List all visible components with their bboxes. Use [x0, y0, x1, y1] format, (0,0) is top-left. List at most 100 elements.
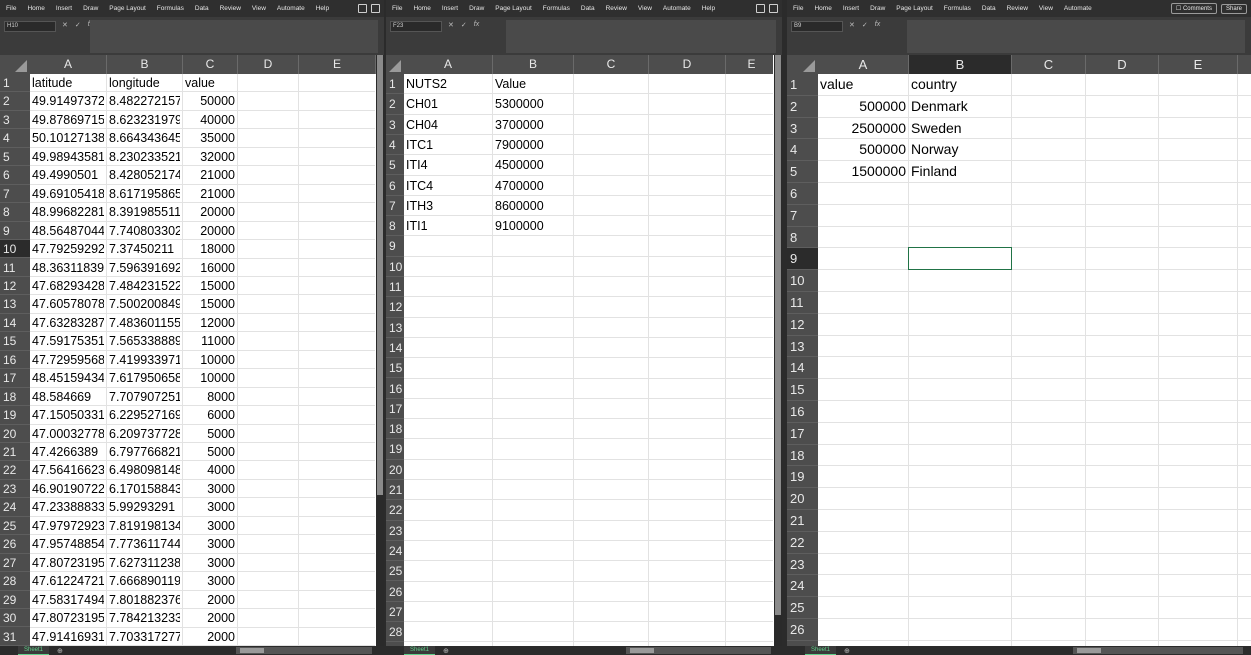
cell-B2[interactable]: 5300000	[495, 94, 571, 114]
cell-A4[interactable]: 50.10127138	[32, 129, 104, 147]
row-header-16[interactable]: 16	[386, 379, 404, 399]
cell-A13[interactable]: 47.60578078	[32, 295, 104, 313]
menu-item-draw[interactable]: Draw	[83, 5, 98, 12]
row-header-15[interactable]: 15	[0, 332, 30, 351]
column-header-D[interactable]: D	[1086, 55, 1159, 74]
cell-B22[interactable]: 6.498098148	[109, 461, 180, 479]
menu-item-insert[interactable]: Insert	[56, 5, 72, 12]
share-icon[interactable]	[371, 4, 380, 13]
cancel-icon[interactable]: ✕	[849, 21, 855, 29]
cell-B4[interactable]: Norway	[911, 139, 1009, 161]
row-header-1[interactable]: 1	[0, 74, 30, 93]
cell-C14[interactable]: 12000	[185, 314, 235, 332]
cell-A4[interactable]: ITC1	[406, 135, 490, 155]
horizontal-scrollbar[interactable]	[626, 647, 771, 654]
sheet-tab-sheet1[interactable]: Sheet1	[404, 646, 436, 655]
cell-C22[interactable]: 4000	[185, 461, 235, 479]
confirm-icon[interactable]: ✓	[862, 21, 868, 29]
cell-B16[interactable]: 7.419933971	[109, 351, 180, 369]
cell-C4[interactable]: 35000	[185, 129, 235, 147]
menu-item-draw[interactable]: Draw	[870, 5, 885, 12]
row-header-20[interactable]: 20	[787, 488, 818, 510]
row-header-8[interactable]: 8	[386, 216, 404, 237]
menu-item-formulas[interactable]: Formulas	[543, 5, 570, 12]
formula-input[interactable]	[907, 20, 1245, 53]
cell-A12[interactable]: 47.68293428	[32, 277, 104, 295]
menu-item-formulas[interactable]: Formulas	[157, 5, 184, 12]
cell-A5[interactable]: 1500000	[820, 161, 906, 183]
menu-item-view[interactable]: View	[638, 5, 652, 12]
column-header-D[interactable]: D	[649, 55, 726, 74]
cell-B1[interactable]: country	[911, 74, 1009, 96]
row-header-13[interactable]: 13	[386, 318, 404, 338]
cell-B6[interactable]: 8.428052174	[109, 166, 180, 184]
menu-item-automate[interactable]: Automate	[1064, 5, 1092, 12]
cell-A7[interactable]: ITH3	[406, 196, 490, 216]
horizontal-scroll-thumb[interactable]	[630, 648, 654, 653]
row-header-18[interactable]: 18	[787, 445, 818, 467]
cell-A21[interactable]: 47.4266389	[32, 443, 104, 461]
row-header-26[interactable]: 26	[386, 582, 404, 602]
select-all-corner[interactable]	[787, 55, 818, 74]
cell-A30[interactable]: 47.80723195	[32, 609, 104, 627]
row-header-31[interactable]: 31	[0, 628, 30, 646]
confirm-icon[interactable]: ✓	[461, 21, 467, 29]
row-header-6[interactable]: 6	[787, 183, 818, 205]
row-header-2[interactable]: 2	[787, 96, 818, 118]
row-header-5[interactable]: 5	[386, 155, 404, 176]
horizontal-scroll-thumb[interactable]	[1077, 648, 1101, 653]
column-header-A[interactable]: A	[404, 55, 493, 74]
cell-A15[interactable]: 47.59175351	[32, 332, 104, 350]
cell-A10[interactable]: 47.79259292	[32, 240, 104, 258]
cell-B21[interactable]: 6.797766821	[109, 443, 180, 461]
row-header-14[interactable]: 14	[0, 314, 30, 333]
cell-C27[interactable]: 3000	[185, 554, 235, 572]
row-header-10[interactable]: 10	[0, 240, 30, 259]
select-all-corner[interactable]	[0, 55, 30, 74]
cell-A17[interactable]: 48.45159434	[32, 369, 104, 387]
cell-A4[interactable]: 500000	[820, 139, 906, 161]
row-header-5[interactable]: 5	[0, 148, 30, 167]
cell-A8[interactable]: ITI1	[406, 216, 490, 236]
cell-A1[interactable]: value	[820, 74, 906, 96]
cell-C16[interactable]: 10000	[185, 351, 235, 369]
cell-C19[interactable]: 6000	[185, 406, 235, 424]
cell-B5[interactable]: Finland	[911, 161, 1009, 183]
cell-C17[interactable]: 10000	[185, 369, 235, 387]
menu-item-help[interactable]: Help	[316, 5, 329, 12]
cell-B1[interactable]: longitude	[109, 74, 180, 92]
cell-B3[interactable]: Sweden	[911, 118, 1009, 140]
cell-A3[interactable]: 2500000	[820, 118, 906, 140]
cell-B12[interactable]: 7.484231522	[109, 277, 180, 295]
row-header-12[interactable]: 12	[386, 297, 404, 318]
menu-item-page-layout[interactable]: Page Layout	[896, 5, 933, 12]
cell-A3[interactable]: CH04	[406, 115, 490, 135]
row-header-28[interactable]: 28	[386, 622, 404, 643]
cell-A2[interactable]: CH01	[406, 94, 490, 114]
cell-A14[interactable]: 47.63283287	[32, 314, 104, 332]
cell-B20[interactable]: 6.209737728	[109, 425, 180, 443]
row-header-14[interactable]: 14	[386, 338, 404, 359]
cell-C6[interactable]: 21000	[185, 166, 235, 184]
row-header-20[interactable]: 20	[386, 460, 404, 480]
cell-B11[interactable]: 7.596391692	[109, 259, 180, 277]
row-header-24[interactable]: 24	[0, 498, 30, 517]
cell-A1[interactable]: NUTS2	[406, 74, 490, 94]
row-header-10[interactable]: 10	[787, 270, 818, 292]
cell-A28[interactable]: 47.61224721	[32, 572, 104, 590]
cell-B25[interactable]: 7.819198134	[109, 517, 180, 535]
row-header-9[interactable]: 9	[386, 236, 404, 257]
row-header-15[interactable]: 15	[386, 358, 404, 379]
row-header-14[interactable]: 14	[787, 357, 818, 380]
cell-A3[interactable]: 49.87869715	[32, 111, 104, 129]
row-header-8[interactable]: 8	[787, 227, 818, 249]
row-header-8[interactable]: 8	[0, 203, 30, 222]
cell-C21[interactable]: 5000	[185, 443, 235, 461]
row-header-25[interactable]: 25	[787, 597, 818, 619]
cell-C29[interactable]: 2000	[185, 591, 235, 609]
cell-A5[interactable]: 49.98943581	[32, 148, 104, 166]
comments-button[interactable]: ☐ Comments	[1170, 3, 1217, 14]
row-header-11[interactable]: 11	[386, 277, 404, 298]
row-header-22[interactable]: 22	[787, 532, 818, 554]
row-header-4[interactable]: 4	[386, 135, 404, 156]
